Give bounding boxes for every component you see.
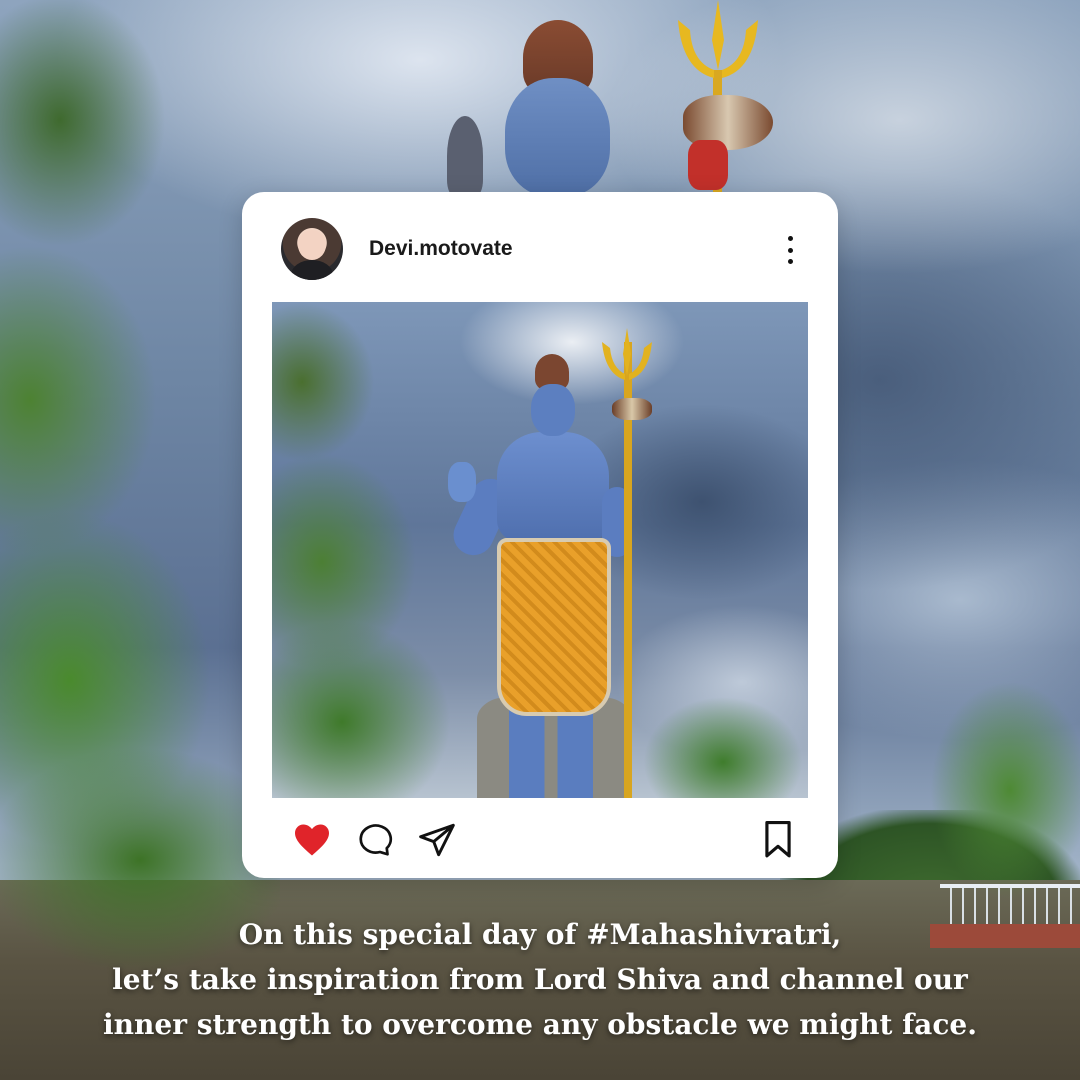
statue-head [505,78,610,196]
save-button[interactable] [760,820,796,860]
post-actions [292,820,796,860]
avatar-body [291,260,333,280]
comment-button[interactable] [354,820,394,860]
photo-tree-right [618,642,808,798]
avatar[interactable] [281,218,343,280]
like-button[interactable] [292,820,332,860]
heart-icon [295,824,329,856]
bookmark-icon [765,821,791,858]
red-ribbon [688,140,728,190]
caption-line: inner strength to overcome any obstacle … [103,1008,977,1041]
username[interactable]: Devi.motovate [369,237,513,261]
statue-cobra [447,116,483,196]
trident-icon [678,0,758,78]
avatar-face [298,230,326,260]
social-post-card: Devi.motovate [242,192,838,878]
share-button[interactable] [414,820,460,860]
more-vertical-icon[interactable] [780,236,800,264]
photo-tree-left [272,302,472,798]
caption-text: On this special day of #Mahashivratri, l… [0,912,1080,1047]
comment-icon [359,824,393,856]
statue-head [531,384,575,436]
statue-tiger-skin-cloth [497,538,611,716]
post-photo[interactable] [272,302,808,798]
statue-torso [497,432,609,542]
caption-line: On this special day of #Mahashivratri, [238,918,842,951]
damru-drum [612,398,652,420]
caption-line: let’s take inspiration from Lord Shiva a… [112,963,968,996]
statue-raised-hand [448,462,476,502]
send-icon [419,823,455,857]
trident-icon [602,328,652,380]
